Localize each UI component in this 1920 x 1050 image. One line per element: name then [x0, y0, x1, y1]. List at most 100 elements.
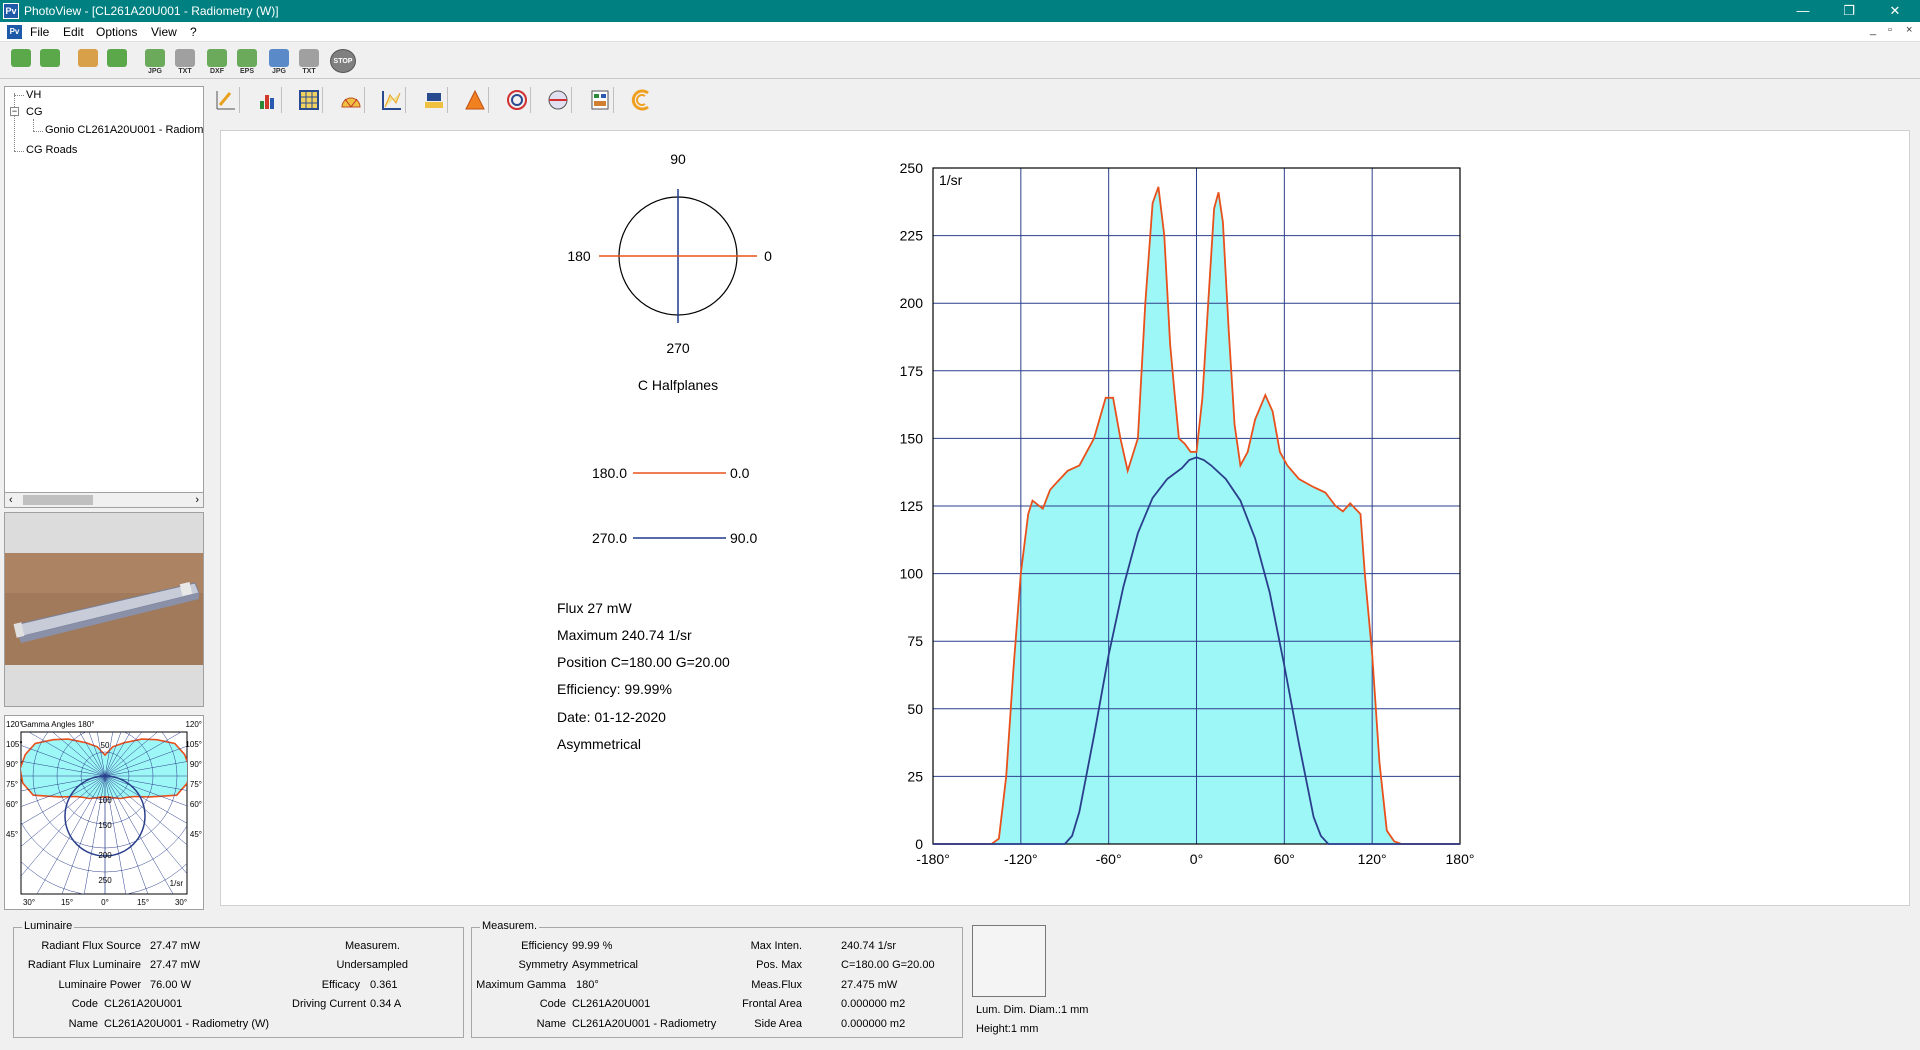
- polar-icon: [341, 97, 361, 108]
- table-icon: [299, 90, 319, 110]
- thumb-right-tick: 60°: [190, 800, 202, 809]
- thumb-unit: 1/sr: [170, 879, 184, 888]
- y-tick-label: 25: [907, 768, 923, 784]
- menu-help[interactable]: ?: [190, 25, 197, 39]
- thumb-left-tick: 90°: [6, 760, 18, 769]
- info-position: Position C=180.00 G=20.00: [557, 654, 730, 670]
- export-dxf-button[interactable]: DXF: [204, 47, 230, 75]
- export-jpg-2-button[interactable]: JPG: [266, 47, 292, 75]
- measurem-value: Undersampled: [336, 959, 408, 971]
- thumb-bottom-tick: 0°: [101, 898, 109, 907]
- export-eps-button[interactable]: EPS: [234, 47, 260, 75]
- tree-horizontal-scrollbar[interactable]: ‹ ›: [4, 492, 204, 508]
- menu-bar: Pv File Edit Options View ? _ ▫ ×: [0, 22, 1920, 42]
- people-orange-icon: [78, 49, 98, 67]
- open-measurement-2-button[interactable]: [37, 47, 63, 75]
- polar-diagram-thumbnail[interactable]: 120° Gamma Angles 180° 120° 105° 90° 75° 60° 45…: [4, 715, 204, 910]
- mdi-close-button[interactable]: ×: [1906, 24, 1912, 36]
- thumb-radial-tick: 150: [98, 821, 112, 830]
- isolux-button[interactable]: [503, 87, 531, 113]
- tree-connector: [33, 119, 34, 131]
- open-measurement-button[interactable]: [8, 47, 34, 75]
- mdi-minimize-button[interactable]: _: [1870, 24, 1876, 36]
- close-button[interactable]: ✕: [1872, 0, 1918, 22]
- compare-measurement-button[interactable]: [75, 47, 101, 75]
- frontal-area-value: 0.000000 m2: [841, 998, 906, 1010]
- measurement-set-button[interactable]: [104, 47, 130, 75]
- luminaire-power-label: Luminaire Power: [58, 979, 141, 991]
- halfplane-label-0: 0: [764, 248, 772, 264]
- x-tick-label: 60°: [1274, 851, 1295, 867]
- toolbar-caption: TXT: [178, 68, 192, 75]
- photometric-info: Flux 27 mW Maximum 240.74 1/sr Position …: [557, 600, 730, 752]
- tree-expander-icon[interactable]: −: [10, 107, 19, 116]
- edit-chart-button[interactable]: [212, 87, 240, 113]
- menu-file[interactable]: File: [30, 25, 49, 39]
- max-intensity-label: Max Inten.: [750, 940, 802, 952]
- toolbar-caption: TXT: [302, 68, 316, 75]
- people-green-icon: [40, 49, 60, 67]
- menu-options[interactable]: Options: [96, 25, 137, 39]
- tree-connector: [14, 95, 24, 96]
- efficiency-label: Efficiency: [521, 940, 568, 952]
- tree-item-vh[interactable]: VH: [26, 89, 41, 101]
- tree-item-cg[interactable]: CG: [26, 106, 43, 118]
- code-value: CL261A20U001: [104, 998, 183, 1010]
- y-tick-label: 75: [907, 633, 923, 649]
- thumb-left-tick: 60°: [6, 800, 18, 809]
- info-date: Date: 01-12-2020: [557, 709, 666, 725]
- bar-chart-button[interactable]: [254, 87, 282, 113]
- x-tick-label: -60°: [1096, 851, 1122, 867]
- scroll-left-icon[interactable]: ‹: [9, 493, 13, 507]
- measurem-label: Measurem.: [344, 940, 400, 952]
- export-eps-icon: [237, 49, 257, 67]
- document-icon[interactable]: Pv: [7, 25, 22, 39]
- viewer-toolbar: [212, 84, 912, 114]
- stop-button[interactable]: STOP: [330, 49, 356, 73]
- position-max-label: Pos. Max: [756, 959, 802, 971]
- report-button[interactable]: [586, 87, 614, 113]
- main-chart-canvas: 90 180 0 270 C Halfplanes 180.0 0.0 270.…: [220, 130, 1910, 906]
- scroll-thumb[interactable]: [23, 495, 93, 505]
- lum-dim-diam: Lum. Dim. Diam.:1 mm: [976, 1004, 1089, 1016]
- measurement-code-value: CL261A20U001: [572, 998, 651, 1010]
- radiant-flux-source-value: 27.47 mW: [150, 940, 201, 952]
- y-tick-label: 200: [900, 295, 924, 311]
- people-green-icon: [11, 49, 31, 67]
- thumb-bottom-tick: 15°: [137, 898, 149, 907]
- app-icon[interactable]: Pv: [3, 3, 19, 19]
- menu-edit[interactable]: Edit: [63, 25, 84, 39]
- arc-button[interactable]: [627, 87, 655, 113]
- y-tick-label: 125: [900, 498, 924, 514]
- projection-icon: [425, 93, 443, 108]
- table-button[interactable]: [295, 87, 323, 113]
- lum-dim-height: Height:1 mm: [976, 1023, 1039, 1035]
- isolux-icon: [507, 90, 527, 110]
- tree-connector: [14, 93, 15, 151]
- cone-button[interactable]: [461, 87, 489, 113]
- edit-chart-icon: [216, 91, 235, 110]
- export-txt-button[interactable]: TXT: [172, 47, 198, 75]
- thumb-radial-tick: 100: [98, 796, 112, 805]
- export-txt-2-button[interactable]: TXT: [296, 47, 322, 75]
- legend-blue-from: 270.0: [592, 530, 627, 546]
- thumb-right-tick: 90°: [190, 760, 202, 769]
- sphere-button[interactable]: [544, 87, 572, 113]
- line-chart-button[interactable]: [378, 87, 406, 113]
- polar-button[interactable]: [337, 87, 365, 113]
- menu-view[interactable]: View: [151, 25, 177, 39]
- thumb-right-tick: 105°: [185, 740, 202, 749]
- export-jpg-button[interactable]: JPG: [142, 47, 168, 75]
- thumb-right-tick: 45°: [190, 830, 202, 839]
- tree-item-cg-roads[interactable]: CG Roads: [26, 144, 77, 156]
- tree-item-gonio[interactable]: Gonio CL261A20U001 - Radiometry (W): [45, 124, 203, 136]
- sphere-icon: [548, 90, 568, 110]
- thumb-title: Gamma Angles 180°: [21, 720, 94, 729]
- scroll-right-icon[interactable]: ›: [195, 493, 199, 507]
- restore-button[interactable]: ❐: [1826, 0, 1872, 22]
- tree-connector: [33, 131, 43, 132]
- efficacy-label: Efficacy: [321, 979, 360, 991]
- projection-button[interactable]: [420, 87, 448, 113]
- minimize-button[interactable]: —: [1780, 0, 1826, 22]
- mdi-restore-button[interactable]: ▫: [1888, 24, 1892, 36]
